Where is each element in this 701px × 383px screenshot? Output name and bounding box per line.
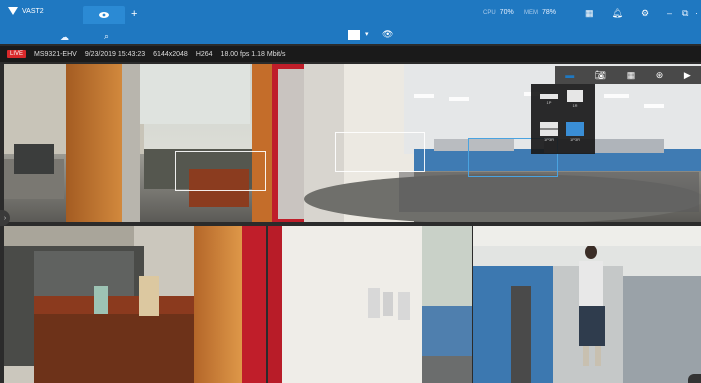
camera-view-1-image [4,226,266,383]
view-overlay-toolbar: ▬ 📷︎ ▦ ⊛ ▶ [555,66,701,84]
camera-view-1[interactable] [4,226,266,383]
restore-icon[interactable]: ⧉ [682,8,688,19]
gear-icon[interactable]: ⚙ [641,8,649,19]
vivotek-logo-icon [8,7,18,15]
camera-name: MS9321-EHV [34,50,77,58]
camera-view-2-image [268,226,472,383]
camera-list-icon[interactable]: ☁ [60,32,69,43]
minimize-icon[interactable]: – [667,8,672,18]
grid-layout-icon[interactable]: ▦ [627,70,636,81]
chevron-down-icon[interactable]: ▾ [365,30,369,38]
bell-icon[interactable]: 🔔︎ [612,8,623,19]
layout-option-label: 1P3R [569,137,580,142]
panorama-view[interactable] [4,64,701,222]
app-name: VAST2 [22,7,44,15]
cpu-stat: CPU 70% [483,9,514,16]
camera-view-3-image [473,226,701,383]
layout-option-1r[interactable]: 1R [565,90,585,108]
timestamp: 9/23/2019 15:43:23 [84,50,146,58]
stream-info-bar: LIVE MS9321-EHV 9/23/2019 15:43:23 6144x… [0,46,701,62]
snapshot-icon[interactable]: 📷︎ [595,70,606,81]
camera-view-3[interactable] [473,226,701,383]
camera-view-2[interactable] [268,226,472,383]
roi-box-1[interactable] [175,151,266,191]
layout-option-label: 1P3R [543,137,554,142]
play-icon[interactable]: ▶ [684,70,691,81]
close-icon[interactable]: · [695,8,698,18]
cpu-value: 70% [499,9,514,16]
brand: VAST2 [8,4,44,18]
mem-value: 78% [542,9,557,16]
layout-option-1p3r[interactable]: 1P3R [539,122,559,142]
layout-option-label: 1R [572,103,578,108]
corner-menu-button[interactable] [688,374,701,383]
layout-option-1p[interactable]: 1P [539,94,559,105]
tab-live-view[interactable] [83,6,125,24]
camera-icon [99,12,109,18]
cpu-label: CPU [483,9,496,16]
live-badge: LIVE [7,50,27,58]
layout-picker-panel: 1P 1R 1P3R 1P3R [531,84,595,154]
layout-option-1p3r-selected[interactable]: 1P3R [565,122,585,142]
mem-label: MEM [524,9,538,16]
codec: H264 [195,50,213,58]
layout-selector-icon[interactable] [348,30,360,40]
top-bar: VAST2 + CPU 70% MEM 78% ▦ 🔔︎ ⚙ – ⧉ · ☁ ⌕… [0,0,701,44]
search-icon[interactable]: ⌕ [104,31,109,42]
resolution: 6144x2048 [153,50,188,58]
layout-icon[interactable]: ▬ [565,70,574,80]
add-tab-button[interactable]: + [131,8,137,20]
layout-option-label: 1P [546,100,552,105]
bitrate: 18.00 fps 1.18 Mbit/s [220,50,286,58]
fisheye-dewarp-icon[interactable]: ⊛ [656,70,664,81]
eye-icon[interactable]: 👁︎ [382,29,393,40]
mem-stat: MEM 78% [524,9,556,16]
collapse-panel-handle[interactable]: › [0,210,10,226]
grid-icon[interactable]: ▦ [585,8,594,19]
roi-box-2[interactable] [335,132,425,172]
